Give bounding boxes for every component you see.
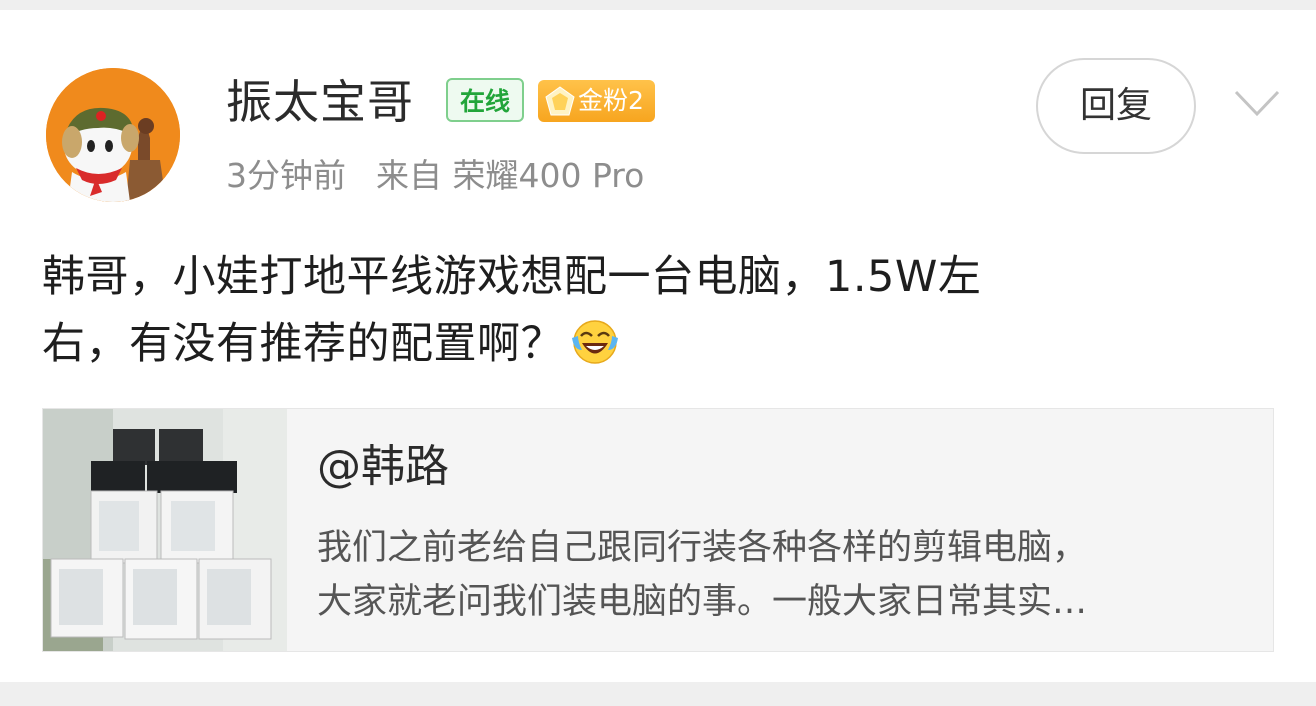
- online-status-badge: 在线: [446, 78, 524, 122]
- post-source: 来自 荣耀400 Pro: [376, 156, 645, 195]
- post-content-line: 右，有没有推荐的配置啊？: [42, 319, 564, 369]
- quoted-post-thumbnail[interactable]: [43, 409, 287, 651]
- mi-bunny-avatar-icon: [46, 68, 180, 202]
- laugh-cry-emoji-icon: [572, 320, 618, 364]
- quoted-excerpt: 我们之前老给自己跟同行装各种各样的剪辑电脑， 大家就老问我们装电脑的事。一般大家…: [317, 521, 1247, 629]
- quoted-excerpt-line: 大家就老问我们装电脑的事。一般大家日常其实…: [317, 582, 1088, 622]
- pc-cases-photo-icon: [43, 409, 287, 651]
- post-meta: 3分钟前 来自 荣耀400 Pro: [226, 152, 644, 200]
- gold-fan-badge[interactable]: 金粉2: [538, 80, 655, 122]
- quoted-post[interactable]: @韩路 我们之前老给自己跟同行装各种各样的剪辑电脑， 大家就老问我们装电脑的事。…: [42, 408, 1274, 652]
- avatar[interactable]: [46, 68, 180, 202]
- quoted-author[interactable]: @韩路: [317, 437, 449, 497]
- quoted-excerpt-line: 我们之前老给自己跟同行装各种各样的剪辑电脑，: [317, 528, 1088, 568]
- gold-fan-label: 金粉2: [578, 86, 644, 115]
- chevron-down-icon[interactable]: [1232, 86, 1282, 120]
- post-content-line: 韩哥，小娃打地平线游戏想配一台电脑，1.5W左: [42, 252, 982, 302]
- reply-button[interactable]: 回复: [1036, 58, 1196, 154]
- comment-card: 振太宝哥 在线 金粉2 3分钟前 来自 荣耀400 Pro 回复 韩哥，小娃打地平…: [0, 10, 1316, 682]
- username[interactable]: 振太宝哥: [226, 72, 414, 132]
- gold-gem-icon: [545, 86, 575, 116]
- post-content: 韩哥，小娃打地平线游戏想配一台电脑，1.5W左 右，有没有推荐的配置啊？: [42, 244, 1282, 378]
- post-time: 3分钟前: [226, 156, 346, 195]
